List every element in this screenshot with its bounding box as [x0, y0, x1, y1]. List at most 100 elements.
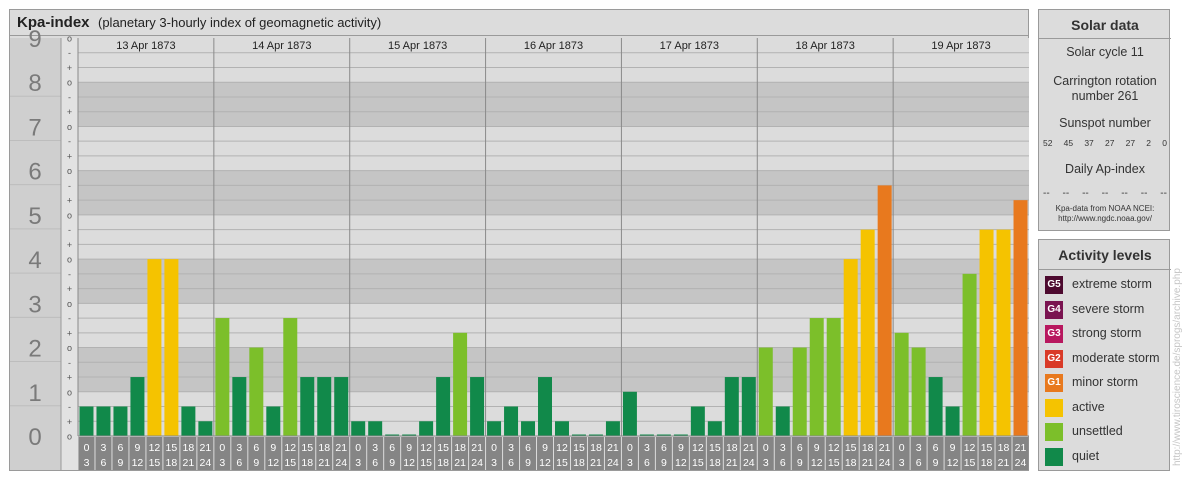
interval-end-label: 18	[981, 457, 993, 469]
kp-bar	[945, 406, 960, 436]
interval-end-label: 9	[525, 457, 531, 469]
interval-end-label: 6	[101, 457, 107, 469]
interval-start-label: 6	[253, 442, 259, 454]
interval-start-label: 0	[355, 442, 361, 454]
legend-label: moderate storm	[1072, 350, 1160, 365]
sunspot-value: 27	[1125, 138, 1136, 148]
legend-item-extreme-storm: G5 extreme storm	[1045, 274, 1169, 294]
source-watermark: http://www.tiroscience.de/sprogs/archive…	[1172, 268, 1183, 466]
y-tick-label: 8	[28, 70, 41, 97]
legend-swatch: G2	[1045, 349, 1063, 368]
interval-end-label: 15	[420, 457, 432, 469]
y-minor-tick-label: +	[67, 151, 72, 161]
kp-bar	[792, 347, 807, 436]
y-minor-tick-label: +	[67, 328, 72, 338]
source-link[interactable]: http://www.ngdc.noaa.gov/	[1039, 214, 1171, 224]
interval-start-label: 15	[437, 442, 449, 454]
y-tick-label: 9	[28, 26, 41, 53]
kp-bar	[249, 347, 264, 436]
interval-end-label: 15	[964, 457, 976, 469]
solar-data-title: Solar data	[1071, 17, 1139, 33]
interval-start-label: 21	[471, 442, 483, 454]
interval-start-label: 21	[607, 442, 619, 454]
y-minor-tick-label: o	[67, 166, 72, 176]
day-label: 16 Apr 1873	[524, 40, 583, 52]
y-minor-tick-label: -	[68, 402, 71, 412]
ap-value: --	[1101, 188, 1109, 199]
interval-end-label: 9	[933, 457, 939, 469]
interval-end-label: 24	[743, 457, 755, 469]
interval-start-label: 0	[763, 442, 769, 454]
interval-end-label: 18	[166, 457, 178, 469]
day-label: 14 Apr 1873	[252, 40, 311, 52]
interval-end-label: 18	[845, 457, 857, 469]
y-tick-label: 2	[28, 336, 41, 363]
sunspot-value: 2	[1146, 138, 1152, 148]
activity-title-divider	[1039, 269, 1171, 270]
legend-label: quiet	[1072, 448, 1100, 463]
legend-label: strong storm	[1072, 326, 1142, 340]
interval-start-label: 12	[692, 442, 704, 454]
interval-start-label: 9	[135, 442, 141, 454]
kp-bar	[605, 421, 620, 436]
kp-bar	[504, 406, 519, 436]
interval-start-label: 21	[743, 442, 755, 454]
interval-start-label: 21	[1015, 442, 1027, 454]
y-minor-tick-label: -	[68, 92, 71, 102]
interval-end-label: 24	[607, 457, 619, 469]
y-tick-label: 4	[28, 247, 41, 274]
kp-bar	[368, 421, 383, 436]
kp-bar	[860, 229, 875, 436]
kp-bar	[962, 273, 977, 436]
interval-end-label: 3	[219, 457, 225, 469]
interval-start-label: 18	[998, 442, 1010, 454]
legend-item-minor-storm: G1 minor storm	[1045, 372, 1169, 392]
interval-start-label: 6	[118, 442, 124, 454]
day-label: 18 Apr 1873	[796, 40, 855, 52]
legend-swatch: G4	[1045, 300, 1063, 319]
y-minor-tick-label: o	[67, 387, 72, 397]
interval-start-label: 9	[950, 442, 956, 454]
y-minor-tick-label: o	[67, 210, 72, 220]
interval-end-label: 12	[132, 457, 144, 469]
kp-bar	[911, 347, 926, 436]
interval-start-label: 9	[814, 442, 820, 454]
ap-value: --	[1062, 188, 1070, 199]
interval-start-label: 18	[454, 442, 466, 454]
kp-bar	[690, 406, 705, 436]
y-minor-tick-label: -	[68, 358, 71, 368]
interval-start-label: 12	[284, 442, 296, 454]
interval-start-label: 3	[508, 442, 514, 454]
kp-bar	[877, 185, 892, 436]
y-minor-tick-label: +	[67, 240, 72, 250]
day-label: 13 Apr 1873	[116, 40, 175, 52]
y-tick-label: 1	[28, 380, 41, 407]
kp-bar	[181, 406, 196, 436]
interval-end-label: 9	[389, 457, 395, 469]
ap-value: --	[1082, 188, 1089, 199]
legend-item-strong-storm: G3 strong storm	[1045, 323, 1169, 343]
interval-start-label: 15	[845, 442, 857, 454]
y-minor-tick-label: +	[67, 284, 72, 294]
legend-swatch	[1045, 398, 1063, 417]
interval-end-label: 9	[118, 457, 124, 469]
interval-start-label: 12	[420, 442, 432, 454]
activity-levels-title: Activity levels	[1058, 247, 1152, 263]
legend-item-quiet: quiet	[1045, 446, 1169, 466]
interval-start-label: 0	[627, 442, 633, 454]
interval-start-label: 6	[525, 442, 531, 454]
y-tick-label: 6	[28, 159, 41, 186]
kp-bar	[96, 406, 111, 436]
interval-start-label: 6	[389, 442, 395, 454]
kp-bar	[351, 421, 366, 436]
interval-start-label: 6	[797, 442, 803, 454]
interval-end-label: 3	[491, 457, 497, 469]
interval-end-label: 6	[372, 457, 378, 469]
interval-end-label: 15	[149, 457, 161, 469]
ap-value: --	[1043, 188, 1050, 199]
sunspot-value: 27	[1104, 138, 1115, 148]
interval-start-label: 3	[780, 442, 786, 454]
interval-end-label: 18	[709, 457, 721, 469]
interval-start-label: 15	[301, 442, 313, 454]
y-minor-tick-label: o	[67, 122, 72, 132]
